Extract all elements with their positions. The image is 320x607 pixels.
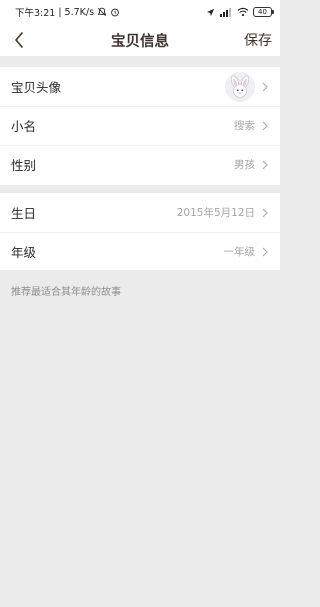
chevron-right-icon	[262, 160, 268, 170]
battery-indicator: 40	[253, 7, 274, 17]
chevron-right-icon	[262, 208, 268, 218]
age-hint-text: 推荐最适合其年龄的故事	[11, 287, 121, 298]
row-gender-value: 男孩	[234, 159, 255, 171]
alarm-icon	[110, 7, 120, 17]
row-avatar-label: 宝贝头像	[11, 80, 62, 95]
row-nickname-label: 小名	[11, 119, 37, 134]
chevron-right-icon	[262, 247, 268, 257]
status-speed: 5.7K/s	[64, 6, 95, 18]
screen: 下午3:21 | 5.7K/s 40 宝贝信息 保存 宝贝头像 小名 搜索 性别…	[0, 0, 280, 607]
back-button[interactable]	[8, 28, 30, 52]
location-icon	[206, 8, 215, 17]
row-avatar[interactable]: 宝贝头像	[0, 67, 280, 106]
status-time: 下午3:21	[15, 8, 56, 19]
battery-level: 40	[258, 7, 267, 16]
row-gender-label: 性别	[11, 158, 37, 173]
bunny-avatar-icon	[230, 74, 250, 98]
status-left: 下午3:21 | 5.7K/s	[15, 5, 120, 19]
mute-icon	[97, 7, 107, 17]
page-title: 宝贝信息	[111, 34, 169, 50]
row-grade[interactable]: 年级 一年级	[0, 232, 280, 271]
row-grade-value: 一年级	[223, 246, 256, 258]
row-nickname-value: 搜索	[234, 120, 255, 132]
row-grade-label: 年级	[11, 245, 37, 260]
chevron-right-icon	[262, 121, 268, 131]
row-nickname[interactable]: 小名 搜索	[0, 106, 280, 145]
avatar	[225, 71, 255, 102]
save-button[interactable]: 保存	[244, 30, 272, 50]
status-right: 40	[206, 7, 274, 17]
detail-info-group: 生日 2015年5月12日 年级 一年级	[0, 193, 280, 270]
back-arrow-icon	[15, 32, 23, 48]
row-birthday-value: 2015年5月12日	[176, 207, 255, 219]
status-bar: 下午3:21 | 5.7K/s 40	[0, 0, 280, 24]
basic-info-group: 宝贝头像 小名 搜索 性别 男孩	[0, 67, 280, 185]
row-gender[interactable]: 性别 男孩	[0, 145, 280, 184]
chevron-right-icon	[262, 82, 268, 92]
row-birthday-label: 生日	[11, 206, 37, 221]
row-birthday[interactable]: 生日 2015年5月12日	[0, 193, 280, 232]
wifi-icon	[237, 7, 249, 17]
nav-bar: 宝贝信息 保存	[0, 24, 280, 56]
status-divider: |	[58, 6, 62, 18]
signal-icon	[219, 7, 233, 17]
